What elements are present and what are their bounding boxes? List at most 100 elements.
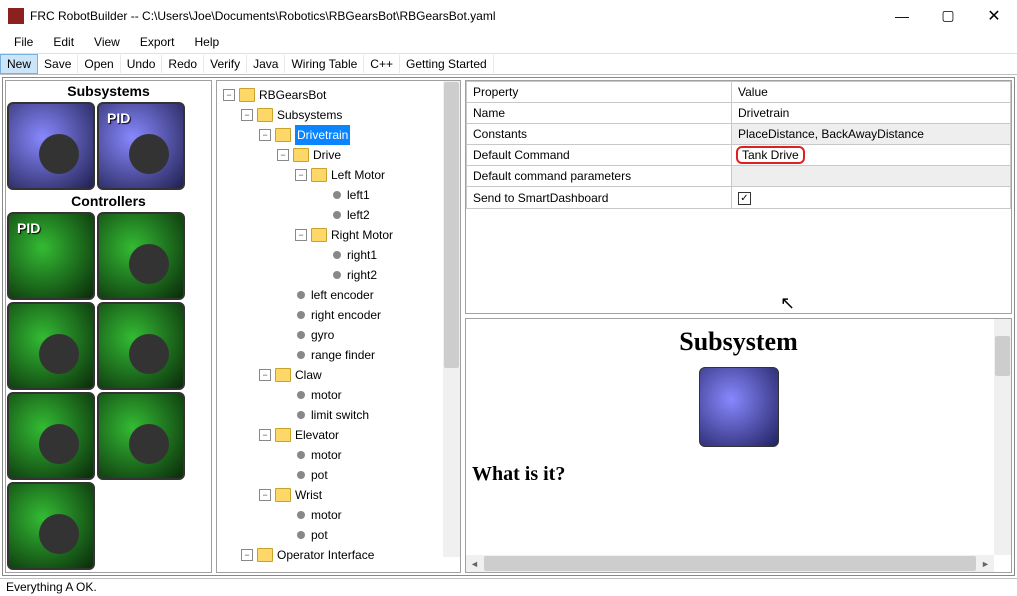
toolbar-undo[interactable]: Undo <box>121 55 163 73</box>
leaf-icon <box>297 411 305 419</box>
toolbar: New Save Open Undo Redo Verify Java Wiri… <box>0 53 1017 75</box>
toolbar-getting-started[interactable]: Getting Started <box>400 55 494 73</box>
prop-value[interactable]: Drivetrain <box>732 103 1011 124</box>
tree-expander[interactable]: − <box>241 549 253 561</box>
prop-value[interactable]: ✓ <box>732 187 1011 209</box>
palette-controller-item[interactable] <box>97 392 185 480</box>
tree-expander[interactable]: − <box>241 109 253 121</box>
prop-row: ConstantsPlaceDistance, BackAwayDistance <box>467 124 1011 145</box>
close-button[interactable]: ✕ <box>971 0 1017 31</box>
tree-node[interactable]: pot <box>219 525 458 545</box>
scroll-left-icon[interactable]: ◄ <box>466 559 483 569</box>
leaf-icon <box>333 191 341 199</box>
toolbar-redo[interactable]: Redo <box>162 55 204 73</box>
toolbar-wiring[interactable]: Wiring Table <box>285 55 364 73</box>
tree-label: left1 <box>347 185 370 205</box>
tree-expander[interactable]: − <box>259 489 271 501</box>
tree-expander[interactable]: − <box>259 129 271 141</box>
minimize-button[interactable]: — <box>879 0 925 31</box>
tree-label: Wrist <box>295 485 322 505</box>
toolbar-open[interactable]: Open <box>78 55 120 73</box>
folder-icon <box>275 368 291 382</box>
prop-value[interactable]: Tank Drive <box>732 145 1011 166</box>
doc-scrollbar-vertical[interactable] <box>994 319 1011 555</box>
prop-header-value[interactable]: Value <box>732 82 1011 103</box>
tree-label: Drivetrain <box>295 125 350 145</box>
menu-file[interactable]: File <box>4 33 43 51</box>
tree-node[interactable]: − Elevator <box>219 425 458 445</box>
toolbar-cpp[interactable]: C++ <box>364 55 400 73</box>
doc-pane: Subsystem What is it? ◄ ► <box>465 318 1012 573</box>
checkbox-icon[interactable]: ✓ <box>738 192 751 205</box>
tree-node[interactable]: − Claw <box>219 365 458 385</box>
tree-node[interactable]: pot <box>219 465 458 485</box>
tree-node[interactable]: limit switch <box>219 405 458 425</box>
tree-expander[interactable]: − <box>259 369 271 381</box>
tree-node[interactable]: right encoder <box>219 305 458 325</box>
palette-controller-item[interactable] <box>97 212 185 300</box>
tree-scrollbar-vertical[interactable] <box>443 81 460 557</box>
doc-scrollbar-horizontal[interactable]: ◄ ► <box>466 555 994 572</box>
prop-value[interactable] <box>732 166 1011 187</box>
scroll-right-icon[interactable]: ► <box>977 559 994 569</box>
leaf-icon <box>297 331 305 339</box>
tree-expander[interactable]: − <box>259 429 271 441</box>
tree-node[interactable]: −Subsystems <box>219 105 458 125</box>
maximize-button[interactable]: ▢ <box>925 0 971 31</box>
menu-help[interactable]: Help <box>185 33 230 51</box>
menu-bar: File Edit View Export Help <box>0 31 1017 53</box>
palette-subsystem[interactable] <box>7 102 95 190</box>
tree-node[interactable]: range finder <box>219 345 458 365</box>
toolbar-java[interactable]: Java <box>247 55 285 73</box>
palette-controller-item[interactable] <box>7 392 95 480</box>
toolbar-new[interactable]: New <box>0 54 38 74</box>
menu-export[interactable]: Export <box>130 33 185 51</box>
tree-node[interactable]: motor <box>219 385 458 405</box>
highlighted-value: Tank Drive <box>736 146 805 164</box>
tree-label: left encoder <box>311 285 374 305</box>
palette-pid-subsystem[interactable]: PID <box>97 102 185 190</box>
folder-icon <box>293 148 309 162</box>
tree-node[interactable]: −RBGearsBot <box>219 85 458 105</box>
tree-expander[interactable]: − <box>295 229 307 241</box>
prop-key: Name <box>467 103 732 124</box>
palette-controller-item[interactable] <box>7 482 95 570</box>
tree-expander[interactable]: − <box>295 169 307 181</box>
tree-node[interactable]: motor <box>219 505 458 525</box>
tree-node[interactable]: gyro <box>219 325 458 345</box>
folder-icon <box>275 128 291 142</box>
tree-label: Elevator <box>295 425 339 445</box>
palette-controller-item[interactable] <box>97 302 185 390</box>
tree-pane: −RBGearsBot−Subsystems−Drivetrain−Drive−… <box>216 80 461 573</box>
tree-label: limit switch <box>311 405 369 425</box>
palette-pid-controller[interactable]: PID <box>7 212 95 300</box>
tree-node[interactable]: left2 <box>219 205 458 225</box>
prop-header-property[interactable]: Property <box>467 82 732 103</box>
tree-node[interactable]: − Drive <box>219 145 458 165</box>
menu-view[interactable]: View <box>84 33 130 51</box>
tree-node[interactable]: − Wrist <box>219 485 458 505</box>
tree-node[interactable]: left1 <box>219 185 458 205</box>
tree-node[interactable]: − Drivetrain <box>219 125 458 145</box>
palette-pane: Subsystems PID Controllers PID <box>5 80 212 573</box>
tree-node[interactable]: motor <box>219 445 458 465</box>
tree-expander[interactable]: − <box>277 149 289 161</box>
tree-node[interactable]: − Operator Interface <box>219 545 458 565</box>
toolbar-save[interactable]: Save <box>38 55 78 73</box>
tree-node[interactable]: −Left Motor <box>219 165 458 185</box>
palette-controller-item[interactable] <box>7 302 95 390</box>
prop-key: Constants <box>467 124 732 145</box>
window-title: FRC RobotBuilder -- C:\Users\Joe\Documen… <box>30 9 879 23</box>
tree-label: Operator Interface <box>277 545 374 565</box>
tree-label: Claw <box>295 365 322 385</box>
tree-node[interactable]: right1 <box>219 245 458 265</box>
tree-label: Drive <box>313 145 341 165</box>
toolbar-verify[interactable]: Verify <box>204 55 247 73</box>
tree-expander[interactable]: − <box>223 89 235 101</box>
tree-node[interactable]: left encoder <box>219 285 458 305</box>
tree-node[interactable]: right2 <box>219 265 458 285</box>
tree-node[interactable]: −Right Motor <box>219 225 458 245</box>
menu-edit[interactable]: Edit <box>43 33 84 51</box>
prop-value[interactable]: PlaceDistance, BackAwayDistance <box>732 124 1011 145</box>
doc-heading: Subsystem <box>466 327 1011 357</box>
